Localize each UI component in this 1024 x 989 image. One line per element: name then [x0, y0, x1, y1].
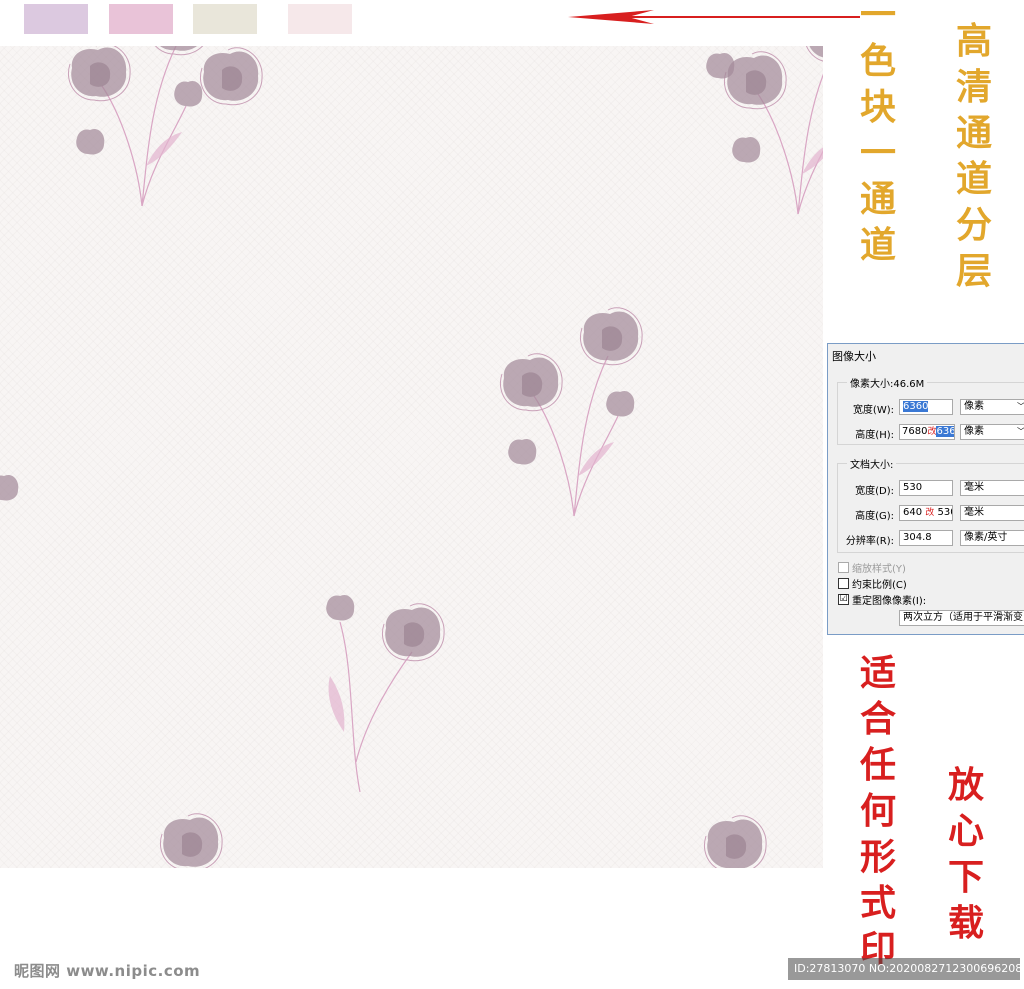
document-size-group: 文档大小: 宽度(D): 530 毫米 高度(G): 640 改 530 毫米 … — [837, 456, 1024, 553]
document-size-legend: 文档大小: — [847, 456, 897, 471]
doc-width-unit-select[interactable]: 毫米 — [960, 480, 1024, 496]
pattern-canvas — [0, 46, 823, 868]
swatch-light-pink — [288, 4, 352, 34]
check-icon: ☑ — [838, 594, 849, 605]
pixel-dimensions-legend: 像素大小:46.6M — [847, 375, 928, 390]
doc-height-input[interactable]: 640 改 530 — [899, 505, 953, 521]
floral-pattern — [0, 46, 823, 868]
resolution-label: 分辨率(R): — [845, 536, 894, 547]
annotation-suitable-print: 适合任何形式印 — [859, 652, 896, 970]
height-label: 高度(H): — [855, 430, 894, 441]
width-input[interactable]: 6360 — [899, 399, 953, 415]
swatch-lavender — [24, 4, 88, 34]
image-id-bar: ID:27813070 NO:20200827123006962082 — [788, 958, 1020, 980]
arrow-left-icon — [568, 10, 860, 24]
swatch-pink — [109, 4, 173, 34]
doc-height-unit-select[interactable]: 毫米 — [960, 505, 1024, 521]
dialog-title: 图像大小 — [832, 350, 876, 363]
chevron-down-icon: ﹀ — [1017, 401, 1024, 413]
annotation-block-channel: 一色块一通道 — [859, 0, 896, 266]
pixel-dimensions-group: 像素大小:46.6M 宽度(W): 6360 像素﹀ 高度(H): 7680改6… — [837, 375, 1024, 445]
height-input[interactable]: 7680改6360 — [899, 424, 955, 440]
doc-width-label: 宽度(D): — [855, 486, 894, 497]
resolution-input[interactable]: 304.8 — [899, 530, 953, 546]
scale-styles-checkbox[interactable]: 缩放样式(Y) — [838, 560, 906, 575]
annotation-download-safely: 放心下载 — [947, 764, 984, 944]
constrain-proportions-checkbox[interactable]: 约束比例(C) — [838, 576, 907, 591]
site-logo: 昵图网 www.nipic.com — [14, 962, 201, 980]
resample-checkbox[interactable]: ☑ 重定图像像素(I): — [838, 592, 926, 607]
doc-width-input[interactable]: 530 — [899, 480, 953, 496]
height-unit-select[interactable]: 像素﹀ — [960, 424, 1024, 440]
resolution-unit-select[interactable]: 像素/英寸 — [960, 530, 1024, 546]
annotation-hd-channel-layers: 高清通道分层 — [955, 20, 992, 292]
doc-height-label: 高度(G): — [855, 511, 894, 522]
chevron-down-icon: ﹀ — [1017, 426, 1024, 438]
width-label: 宽度(W): — [852, 405, 894, 416]
image-size-dialog: 图像大小 像素大小:46.6M 宽度(W): 6360 像素﹀ 高度(H): 7… — [827, 343, 1024, 635]
width-unit-select[interactable]: 像素﹀ — [960, 399, 1024, 415]
swatch-beige — [193, 4, 257, 34]
resample-method-select[interactable]: 两次立方（适用于平滑渐变 — [899, 610, 1024, 626]
